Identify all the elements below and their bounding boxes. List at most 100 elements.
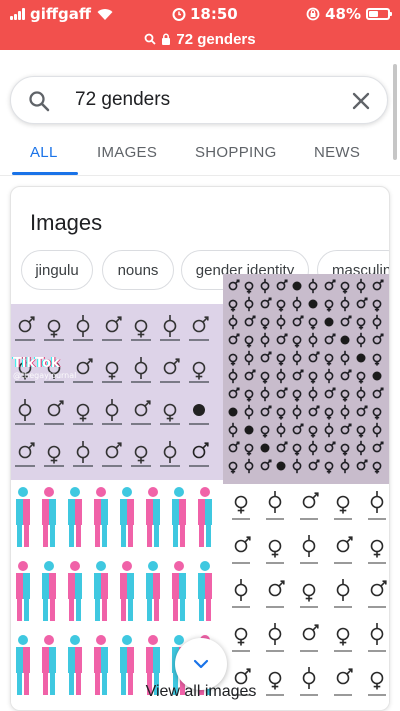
image-symbols-grid-dark[interactable]	[223, 274, 389, 484]
symbol-caption-line	[160, 465, 180, 467]
gender-symbol-icon	[302, 535, 316, 557]
clock-time: 18:50	[190, 5, 238, 23]
filled-symbol	[292, 281, 302, 291]
symbol-caption-line	[44, 423, 64, 425]
gender-symbol-icon	[244, 389, 254, 402]
gender-symbol-icon	[244, 281, 254, 294]
gender-symbol-icon	[228, 353, 238, 366]
symbol-caption-line	[266, 606, 284, 608]
person-icon	[42, 561, 56, 621]
tab-all[interactable]: ALL	[30, 144, 58, 161]
chip-nouns[interactable]: nouns	[102, 250, 174, 290]
gender-symbol-icon	[134, 445, 148, 464]
person-icon	[172, 561, 186, 621]
symbol-caption-line	[232, 606, 250, 608]
symbol-caption-line	[266, 562, 284, 564]
tab-images[interactable]: IMAGES	[97, 144, 157, 161]
symbol-caption-line	[189, 381, 209, 383]
gender-symbol-icon	[228, 314, 238, 330]
gender-symbol-icon	[308, 332, 318, 348]
status-center: 18:50	[172, 5, 238, 23]
gender-symbol-icon	[324, 387, 336, 399]
gender-symbol-icon	[308, 278, 318, 294]
gender-symbol-icon	[356, 459, 368, 471]
alarm-clock-icon	[172, 8, 186, 21]
symbol-caption-line	[15, 339, 35, 341]
gender-symbol-icon	[276, 314, 286, 330]
gender-symbol-icon	[47, 445, 61, 464]
gender-symbol-icon	[370, 623, 384, 645]
gender-symbol-icon	[308, 440, 318, 456]
symbol-caption-line	[131, 381, 151, 383]
gender-symbol-icon	[244, 335, 254, 348]
symbol-caption-line	[15, 423, 35, 425]
gender-symbol-icon	[336, 668, 353, 685]
gender-symbol-icon	[260, 278, 270, 294]
gender-symbol-icon	[276, 368, 286, 384]
gender-symbol-icon	[324, 461, 334, 474]
gender-symbol-icon	[18, 442, 35, 459]
tiktok-username: @thegayjournal	[13, 371, 77, 380]
filled-symbol	[324, 317, 334, 327]
gender-symbol-icon	[370, 580, 387, 597]
symbol-caption-line	[15, 465, 35, 467]
gender-symbol-icon	[276, 299, 286, 312]
carrier-name: giffgaff	[30, 5, 92, 23]
symbol-caption-line	[102, 339, 122, 341]
symbol-caption-line	[102, 381, 122, 383]
tab-news[interactable]: NEWS	[314, 144, 360, 161]
wifi-icon	[97, 9, 113, 20]
gender-symbol-icon	[292, 423, 304, 435]
gender-symbol-icon	[105, 442, 122, 459]
gender-symbol-icon	[47, 400, 64, 417]
image-gender-symbols-chart[interactable]: TikTok @thegayjournal	[11, 304, 223, 480]
symbol-caption-line	[300, 650, 318, 652]
clear-icon[interactable]	[349, 89, 373, 113]
gender-symbol-icon	[276, 441, 288, 453]
image-symbols-list-bw[interactable]	[223, 484, 389, 710]
person-icon	[68, 561, 82, 621]
gender-symbol-icon	[372, 422, 382, 438]
symbol-caption-line	[102, 423, 122, 425]
view-all-images-link[interactable]: View all images	[11, 683, 389, 701]
gender-symbol-icon	[234, 627, 248, 646]
results-page: 72 genders ALL IMAGES SHOPPING NEWS Imag…	[0, 50, 400, 711]
search-input[interactable]: 72 genders	[75, 89, 170, 111]
symbol-caption-line	[73, 381, 93, 383]
filled-symbol	[372, 371, 382, 381]
gender-symbol-icon	[134, 357, 148, 379]
gender-symbol-icon	[268, 491, 282, 513]
battery-level-fill	[369, 11, 378, 17]
gender-symbol-icon	[372, 279, 384, 291]
symbol-caption-line	[131, 339, 151, 341]
gender-symbol-icon	[276, 422, 286, 438]
gender-symbol-icon	[268, 539, 282, 558]
gender-symbol-icon	[324, 422, 334, 438]
symbol-caption-line	[15, 381, 35, 383]
search-icon[interactable]	[27, 89, 51, 113]
gender-symbol-icon	[105, 399, 119, 421]
chip-jingulu[interactable]: jingulu	[21, 250, 93, 290]
gender-symbol-icon	[244, 458, 254, 474]
gender-symbol-icon	[356, 425, 366, 438]
person-icon	[198, 561, 212, 621]
symbol-caption-line	[300, 518, 318, 520]
symbol-caption-line	[189, 423, 209, 425]
gender-symbol-icon	[340, 296, 350, 312]
tiktok-watermark: TikTok @thegayjournal	[13, 356, 83, 380]
symbol-caption-line	[232, 650, 250, 652]
symbol-caption-line	[300, 562, 318, 564]
symbol-caption-line	[368, 518, 386, 520]
gender-symbol-icon	[356, 332, 366, 348]
url-bar[interactable]: 72 genders	[0, 28, 400, 50]
gender-symbol-icon	[228, 461, 238, 474]
gender-symbol-icon	[336, 627, 350, 646]
search-box[interactable]: 72 genders	[10, 76, 388, 124]
symbol-caption-line	[368, 606, 386, 608]
battery-percent: 48%	[325, 5, 361, 23]
gender-symbol-icon	[234, 579, 248, 601]
gender-symbol-icon	[260, 425, 270, 438]
gender-symbol-icon	[228, 333, 240, 345]
gender-symbol-icon	[192, 361, 206, 380]
tab-shopping[interactable]: SHOPPING	[195, 144, 277, 161]
